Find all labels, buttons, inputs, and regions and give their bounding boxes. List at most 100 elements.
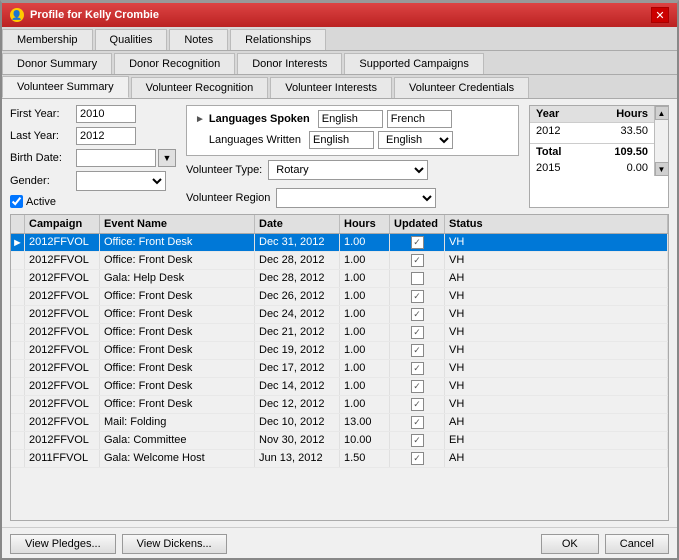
yh-hours-2015: 0.00 (627, 162, 648, 174)
table-row[interactable]: 2012FFVOL Office: Front Desk Dec 19, 201… (11, 342, 668, 360)
row-hours-11: 10.00 (340, 432, 390, 449)
top-section: First Year: Last Year: Birth Date: ▼ Gen… (10, 105, 669, 208)
cancel-button[interactable]: Cancel (605, 534, 669, 554)
row-arrow-12 (11, 450, 25, 467)
tab-donor-interests[interactable]: Donor Interests (237, 53, 342, 74)
row-campaign-8: 2012FFVOL (25, 378, 100, 395)
tab-volunteer-recognition[interactable]: Volunteer Recognition (131, 77, 269, 98)
row-date-3: Dec 26, 2012 (255, 288, 340, 305)
row-event-0: Office: Front Desk (100, 234, 255, 251)
active-checkbox-wrap: Active (10, 195, 56, 208)
tab-supported-campaigns[interactable]: Supported Campaigns (344, 53, 483, 74)
tab-qualities[interactable]: Qualities (95, 29, 168, 50)
row-status-5: VH (445, 324, 668, 341)
volunteer-region-select[interactable] (276, 188, 436, 208)
row-status-6: VH (445, 342, 668, 359)
languages-title: ► Languages Spoken (195, 110, 510, 128)
table-row[interactable]: 2012FFVOL Office: Front Desk Dec 28, 201… (11, 252, 668, 270)
row-event-9: Office: Front Desk (100, 396, 255, 413)
row-updated-5: ✓ (390, 324, 445, 341)
table-row[interactable]: 2012FFVOL Office: Front Desk Dec 17, 201… (11, 360, 668, 378)
yh-scroll-up[interactable]: ▲ (655, 106, 669, 120)
row-updated-4: ✓ (390, 306, 445, 323)
table-row[interactable]: ► 2012FFVOL Office: Front Desk Dec 31, 2… (11, 234, 668, 252)
row-date-4: Dec 24, 2012 (255, 306, 340, 323)
tab-donor-recognition[interactable]: Donor Recognition (114, 53, 235, 74)
active-checkbox[interactable] (10, 195, 23, 208)
tab-notes[interactable]: Notes (169, 29, 228, 50)
view-pledges-button[interactable]: View Pledges... (10, 534, 116, 554)
th-hours: Hours (340, 215, 390, 233)
table-row[interactable]: 2011FFVOL Gala: Welcome Host Jun 13, 201… (11, 450, 668, 468)
table-row[interactable]: 2012FFVOL Office: Front Desk Dec 26, 201… (11, 288, 668, 306)
yh-row-0[interactable]: 2012 33.50 (530, 123, 654, 139)
row-hours-12: 1.50 (340, 450, 390, 467)
updated-checkbox-5: ✓ (411, 326, 424, 339)
lang-written-2-select[interactable]: English French (378, 131, 453, 149)
row-event-3: Office: Front Desk (100, 288, 255, 305)
bottom-right: OK Cancel (541, 534, 669, 554)
lang-spoken-1-input[interactable] (318, 110, 383, 128)
row-event-11: Gala: Committee (100, 432, 255, 449)
row-event-6: Office: Front Desk (100, 342, 255, 359)
th-arrow (11, 215, 25, 233)
row-date-6: Dec 19, 2012 (255, 342, 340, 359)
updated-checkbox-9: ✓ (411, 398, 424, 411)
row-hours-10: 13.00 (340, 414, 390, 431)
tab-volunteer-summary[interactable]: Volunteer Summary (2, 76, 129, 98)
row-date-12: Jun 13, 2012 (255, 450, 340, 467)
lang-written-1-input[interactable] (309, 131, 374, 149)
volunteer-type-select[interactable]: Rotary (268, 160, 428, 180)
tabs-row1: Membership Qualities Notes Relationships (2, 27, 677, 51)
row-campaign-10: 2012FFVOL (25, 414, 100, 431)
yh-year-0: 2012 (536, 125, 560, 137)
bottom-bar: View Pledges... View Dickens... OK Cance… (2, 527, 677, 558)
close-button[interactable]: ✕ (651, 7, 669, 23)
tab-membership[interactable]: Membership (2, 29, 93, 50)
row-event-5: Office: Front Desk (100, 324, 255, 341)
last-year-input[interactable] (76, 127, 136, 145)
lang-spoken-2-input[interactable] (387, 110, 452, 128)
row-arrow-1 (11, 252, 25, 269)
active-row: Active (10, 195, 176, 208)
yh-total-label: Total (536, 146, 561, 158)
table-body[interactable]: ► 2012FFVOL Office: Front Desk Dec 31, 2… (11, 234, 668, 520)
view-dickens-button[interactable]: View Dickens... (122, 534, 227, 554)
languages-spoken-label: Languages Spoken (209, 113, 310, 125)
row-event-10: Mail: Folding (100, 414, 255, 431)
window-title: Profile for Kelly Crombie (30, 9, 159, 21)
row-date-10: Dec 10, 2012 (255, 414, 340, 431)
birth-date-input[interactable] (76, 149, 156, 167)
table-row[interactable]: 2012FFVOL Office: Front Desk Dec 21, 201… (11, 324, 668, 342)
row-hours-0: 1.00 (340, 234, 390, 251)
row-date-2: Dec 28, 2012 (255, 270, 340, 287)
first-year-input[interactable] (76, 105, 136, 123)
row-date-8: Dec 14, 2012 (255, 378, 340, 395)
row-status-8: VH (445, 378, 668, 395)
tab-volunteer-credentials[interactable]: Volunteer Credentials (394, 77, 529, 98)
row-updated-0: ✓ (390, 234, 445, 251)
yh-total-value: 109.50 (614, 146, 648, 158)
table-row[interactable]: 2012FFVOL Office: Front Desk Dec 12, 201… (11, 396, 668, 414)
table-row[interactable]: 2012FFVOL Gala: Committee Nov 30, 2012 1… (11, 432, 668, 450)
vol-type-row: Volunteer Type: Rotary (186, 160, 519, 180)
tab-donor-summary[interactable]: Donor Summary (2, 53, 112, 74)
tab-volunteer-interests[interactable]: Volunteer Interests (270, 77, 392, 98)
table-row[interactable]: 2012FFVOL Mail: Folding Dec 10, 2012 13.… (11, 414, 668, 432)
yh-row-2015[interactable]: 2015 0.00 (530, 160, 654, 176)
first-year-row: First Year: (10, 105, 176, 123)
gender-select[interactable] (76, 171, 166, 191)
row-campaign-11: 2012FFVOL (25, 432, 100, 449)
row-campaign-9: 2012FFVOL (25, 396, 100, 413)
table-row[interactable]: 2012FFVOL Office: Front Desk Dec 14, 201… (11, 378, 668, 396)
tab-relationships[interactable]: Relationships (230, 29, 326, 50)
row-updated-6: ✓ (390, 342, 445, 359)
table-row[interactable]: 2012FFVOL Office: Front Desk Dec 24, 201… (11, 306, 668, 324)
row-status-4: VH (445, 306, 668, 323)
ok-button[interactable]: OK (541, 534, 599, 554)
updated-checkbox-4: ✓ (411, 308, 424, 321)
gender-row: Gender: (10, 171, 176, 191)
date-picker-button[interactable]: ▼ (158, 149, 176, 167)
table-row[interactable]: 2012FFVOL Gala: Help Desk Dec 28, 2012 1… (11, 270, 668, 288)
yh-scroll-down[interactable]: ▼ (655, 162, 669, 176)
